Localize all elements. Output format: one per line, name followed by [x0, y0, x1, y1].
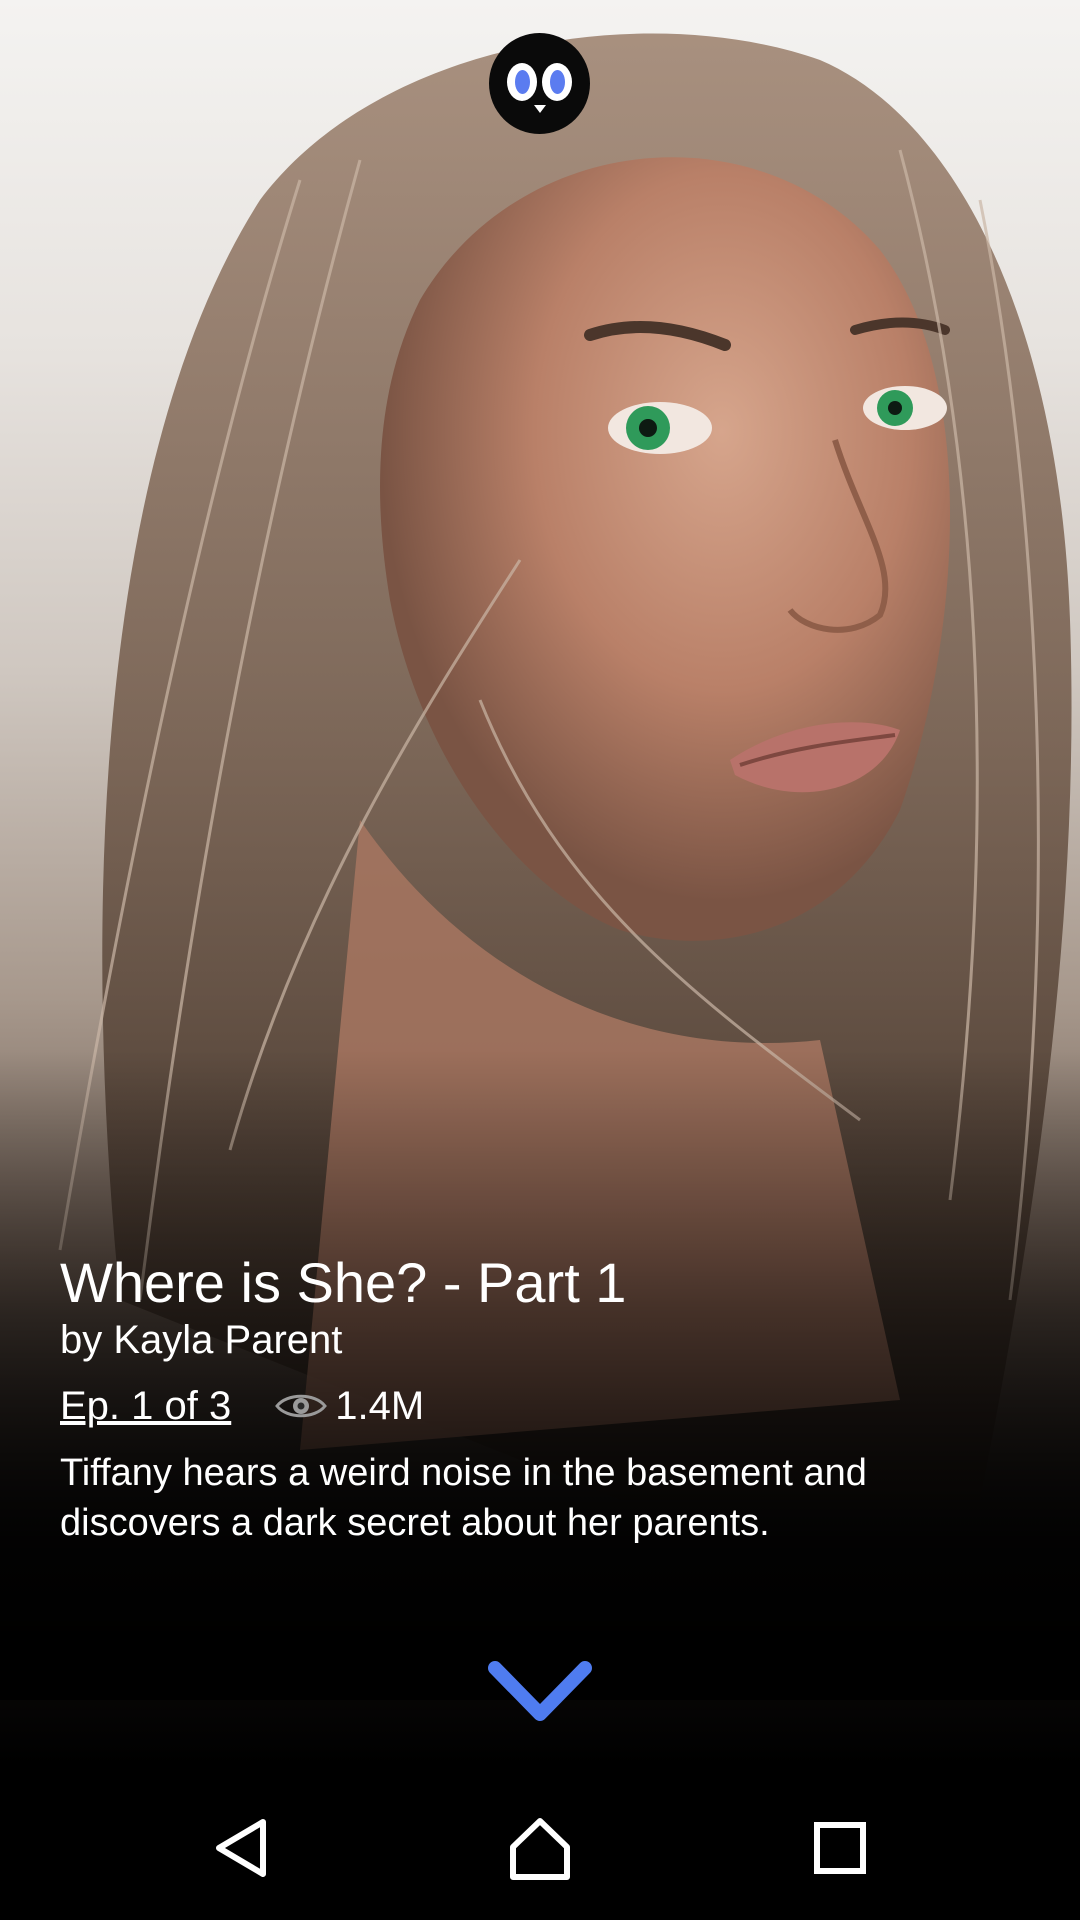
episode-link[interactable]: Ep. 1 of 3: [60, 1384, 231, 1429]
logo-beak: [534, 105, 546, 113]
story-author[interactable]: by Kayla Parent: [60, 1316, 1020, 1364]
logo-right-eye: [542, 63, 572, 101]
home-icon: [510, 1818, 570, 1880]
back-button[interactable]: [171, 1776, 311, 1920]
recents-square-icon: [814, 1822, 866, 1874]
recents-button[interactable]: [770, 1776, 910, 1920]
story-info: Where is She? - Part 1 by Kayla Parent E…: [60, 1250, 1020, 1548]
eye-icon: [275, 1394, 328, 1418]
logo-left-eye: [507, 63, 537, 101]
owl-logo-icon: [489, 33, 590, 134]
chevron-down-icon[interactable]: [487, 1658, 593, 1728]
story-screen: Where is She? - Part 1 by Kayla Parent E…: [0, 0, 1080, 1920]
home-button[interactable]: [470, 1776, 610, 1920]
system-nav-bar: [0, 1776, 1080, 1920]
back-triangle-icon: [216, 1819, 266, 1877]
story-title: Where is She? - Part 1: [60, 1251, 627, 1314]
view-count-value: 1.4M: [335, 1383, 425, 1428]
view-count: 1.4M: [275, 1384, 424, 1429]
story-meta: Ep. 1 of 3 1.4M: [60, 1378, 1020, 1434]
story-description: Tiffany hears a weird noise in the basem…: [60, 1452, 867, 1544]
